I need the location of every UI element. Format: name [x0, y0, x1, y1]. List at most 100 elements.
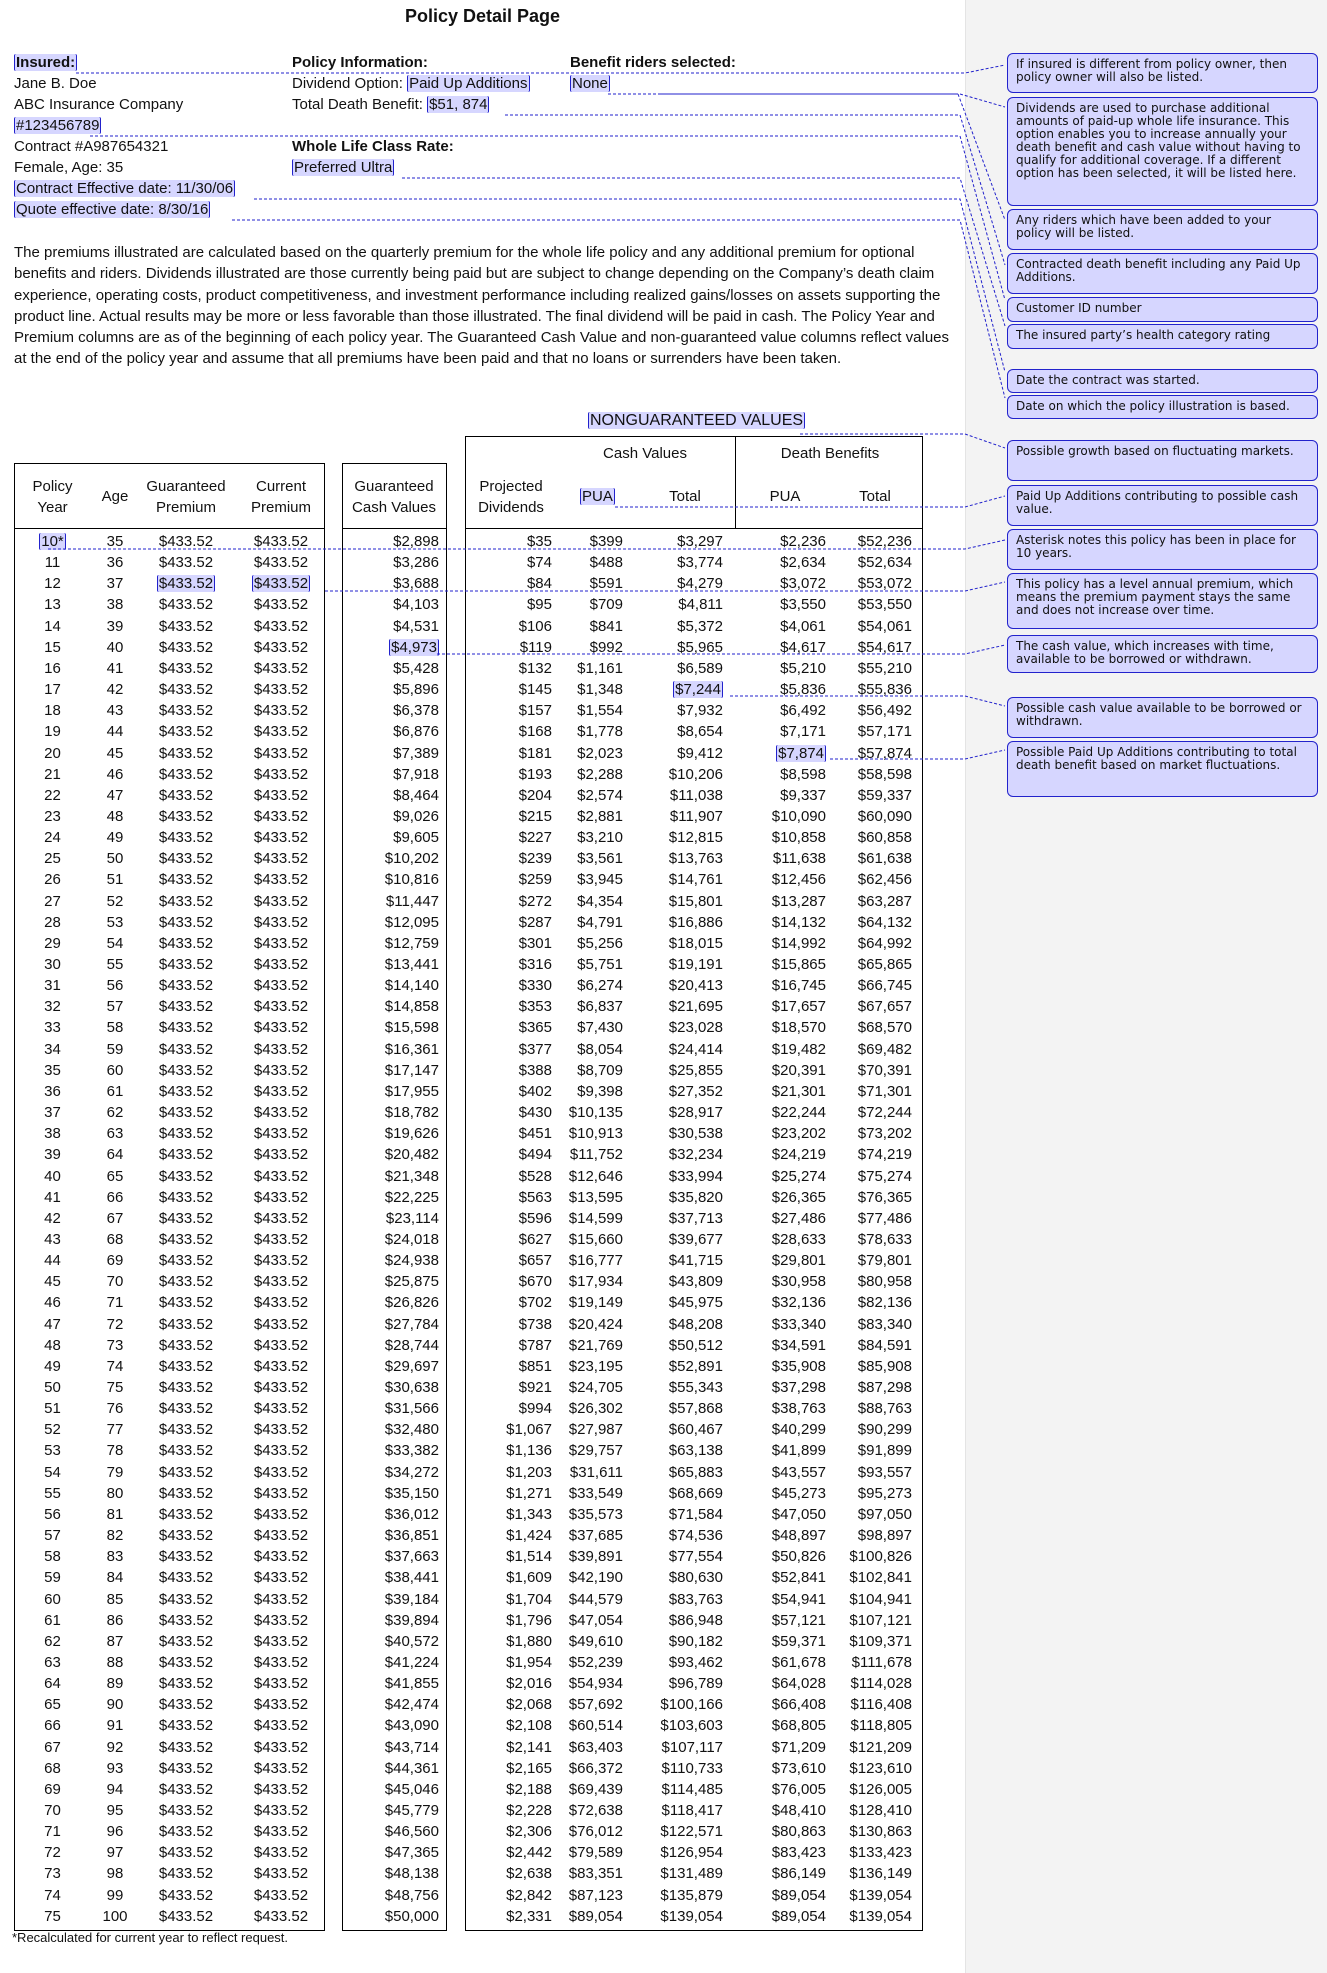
cell-current-premium: $433.52	[253, 850, 309, 868]
cell-db-pua: $86,149	[771, 1865, 826, 1883]
cell-guaranteed-premium: $433.52	[158, 1082, 214, 1100]
cell-current-premium: $433.52	[253, 1019, 309, 1037]
table-row: 70 95 $433.52 $433.52 $45,779 $2,228 $72,638 $1…	[0, 1800, 965, 1821]
cell-cv-pua: $63,403	[568, 1738, 623, 1756]
cell-db-pua[interactable]: $7,874	[740, 743, 826, 764]
header-projected-dividends: Projected Dividends	[478, 478, 544, 516]
cell-projected-dividend: $2,016	[506, 1675, 552, 1693]
callout-db-pua[interactable]: Possible Paid Up Additions contributing …	[1007, 741, 1318, 797]
cell-age: 46	[106, 765, 124, 783]
table-row: 57 82 $433.52 $433.52 $36,851 $1,424 $37,685 $7…	[0, 1525, 965, 1546]
callout-customer-id[interactable]: Customer ID number	[1007, 297, 1318, 322]
table-row: 75 100 $433.52 $433.52 $50,000 $2,331 $89,054 $…	[0, 1906, 965, 1927]
cell-guaranteed-premium: $433.52	[158, 1632, 214, 1650]
cell-projected-dividend: $528	[518, 1167, 552, 1185]
cell-current-premium: $433.52	[253, 871, 309, 889]
cell-current-premium: $433.52	[253, 723, 309, 741]
callout-cv-pua[interactable]: Paid Up Additions contributing to possib…	[1007, 485, 1318, 526]
cell-cv-total[interactable]: $7,244	[630, 679, 723, 700]
insured-label[interactable]: Insured:	[14, 52, 78, 73]
cell-projected-dividend: $1,424	[506, 1527, 552, 1545]
cell-projected-dividend: $1,704	[506, 1590, 552, 1608]
dividend-option-value[interactable]: Paid Up Additions	[407, 75, 530, 92]
cell-current-premium: $433.52	[253, 1357, 309, 1375]
callout-riders[interactable]: Any riders which have been added to your…	[1007, 209, 1318, 250]
cell-guaranteed-premium: $433.52	[158, 1019, 214, 1037]
cell-age: 52	[106, 892, 124, 910]
cell-current-premium: $433.52	[253, 1717, 309, 1735]
cell-guaranteed-cash-value[interactable]: $4,973	[343, 637, 439, 658]
cell-age: 41	[106, 659, 124, 677]
riders-value[interactable]: None	[570, 73, 610, 94]
callout-dividend-option[interactable]: Dividends are used to purchase additiona…	[1007, 97, 1318, 206]
cell-guaranteed-premium: $433.52	[158, 1907, 214, 1925]
cell-db-pua: $15,865	[771, 956, 826, 973]
cell-projected-dividend: $1,954	[506, 1653, 552, 1671]
cell-current-premium: $433.52	[253, 1379, 309, 1396]
cell-db-pua: $45,273	[771, 1484, 826, 1502]
cell-current-premium: $433.52	[253, 1675, 309, 1693]
cell-current-premium: $433.52	[253, 1273, 309, 1291]
cell-db-pua: $2,634	[780, 554, 826, 572]
cell-current-premium: $433.52	[253, 1548, 309, 1566]
cell-db-pua: $50,826	[771, 1548, 826, 1566]
table-row: 19 44 $433.52 $433.52 $6,876 $168 $1,778 $8,654…	[0, 721, 965, 742]
cell-policy-year: 44	[44, 1252, 61, 1270]
callout-death-benefit[interactable]: Contracted death benefit including any P…	[1007, 253, 1318, 294]
cell-cv-total: $110,733	[661, 1759, 723, 1777]
nonguaranteed-title[interactable]: NONGUARANTEED VALUES	[588, 412, 806, 430]
table-row: 60 85 $433.52 $433.52 $39,184 $1,704 $44,579 $8…	[0, 1589, 965, 1610]
cell-policy-year[interactable]: 10*	[20, 531, 85, 552]
header-cv-pua[interactable]: PUA	[580, 486, 615, 507]
cell-current-premium[interactable]: $433.52	[240, 573, 322, 594]
cell-db-pua: $48,410	[771, 1802, 826, 1819]
cell-db-pua: $57,121	[771, 1611, 826, 1629]
cell-cv-total: $18,015	[668, 934, 723, 952]
cell-current-premium: $433.52	[253, 977, 309, 995]
cell-db-pua: $64,028	[771, 1675, 826, 1693]
cell-policy-year: 66	[44, 1717, 61, 1735]
table-row: 44 69 $433.52 $433.52 $24,938 $657 $16,777 $41,…	[0, 1250, 965, 1271]
header-cv-total: Total	[669, 488, 701, 505]
class-rate-value[interactable]: Preferred Ultra	[292, 157, 395, 178]
cell-projected-dividend: $402	[518, 1082, 552, 1100]
cell-guaranteed-premium: $433.52	[158, 1696, 214, 1714]
total-death-benefit-value[interactable]: $51, 874	[427, 96, 490, 113]
cell-db-total: $55,836	[857, 681, 912, 699]
cell-guaranteed-cash-value: $48,138	[384, 1865, 439, 1883]
cell-db-total: $136,149	[849, 1865, 912, 1883]
cell-guaranteed-premium: $433.52	[158, 892, 214, 910]
callout-insured-owner[interactable]: If insured is different from policy owne…	[1007, 53, 1318, 93]
cell-age: 35	[106, 533, 124, 550]
callout-quote-date[interactable]: Date on which the policy illustration is…	[1007, 395, 1318, 419]
cell-current-premium: $433.52	[253, 1125, 309, 1143]
cell-policy-year: 47	[44, 1315, 61, 1333]
callout-level-premium[interactable]: This policy has a level annual premium, …	[1007, 573, 1318, 629]
cell-projected-dividend: $2,108	[506, 1717, 552, 1735]
cell-cv-total: $77,554	[668, 1548, 723, 1566]
callout-class-rate[interactable]: The insured party’s health category rati…	[1007, 324, 1318, 349]
customer-id[interactable]: #123456789	[14, 115, 102, 136]
cell-guaranteed-premium[interactable]: $433.52	[142, 573, 230, 594]
cell-guaranteed-cash-value: $42,474	[384, 1696, 439, 1714]
cell-current-premium: $433.52	[253, 1696, 309, 1714]
cell-guaranteed-cash-value: $23,114	[385, 1209, 439, 1227]
cell-guaranteed-premium: $433.52	[158, 1125, 214, 1143]
cell-guaranteed-premium: $433.52	[158, 1463, 214, 1481]
cell-cv-pua: $26,302	[568, 1400, 623, 1418]
callout-contract-date[interactable]: Date the contract was started.	[1007, 369, 1318, 393]
callout-guaranteed-cash-value[interactable]: The cash value, which increases with tim…	[1007, 635, 1318, 673]
cell-age: 83	[106, 1548, 124, 1566]
cell-cv-total: $3,297	[677, 533, 723, 550]
cell-policy-year: 50	[44, 1379, 61, 1396]
cell-db-total: $98,897	[857, 1527, 912, 1545]
cell-db-pua: $66,408	[771, 1696, 826, 1714]
callout-nonguaranteed[interactable]: Possible growth based on fluctuating mar…	[1007, 440, 1318, 481]
contract-effective-date[interactable]: Contract Effective date: 11/30/06	[14, 178, 236, 199]
callout-asterisk[interactable]: Asterisk notes this policy has been in p…	[1007, 529, 1318, 570]
callout-possible-cash-value[interactable]: Possible cash value available to be borr…	[1007, 697, 1318, 738]
cell-projected-dividend: $132	[518, 659, 552, 677]
quote-effective-date[interactable]: Quote effective date: 8/30/16	[14, 199, 211, 220]
cell-projected-dividend: $181	[518, 744, 552, 762]
cell-db-total: $67,657	[857, 998, 912, 1016]
